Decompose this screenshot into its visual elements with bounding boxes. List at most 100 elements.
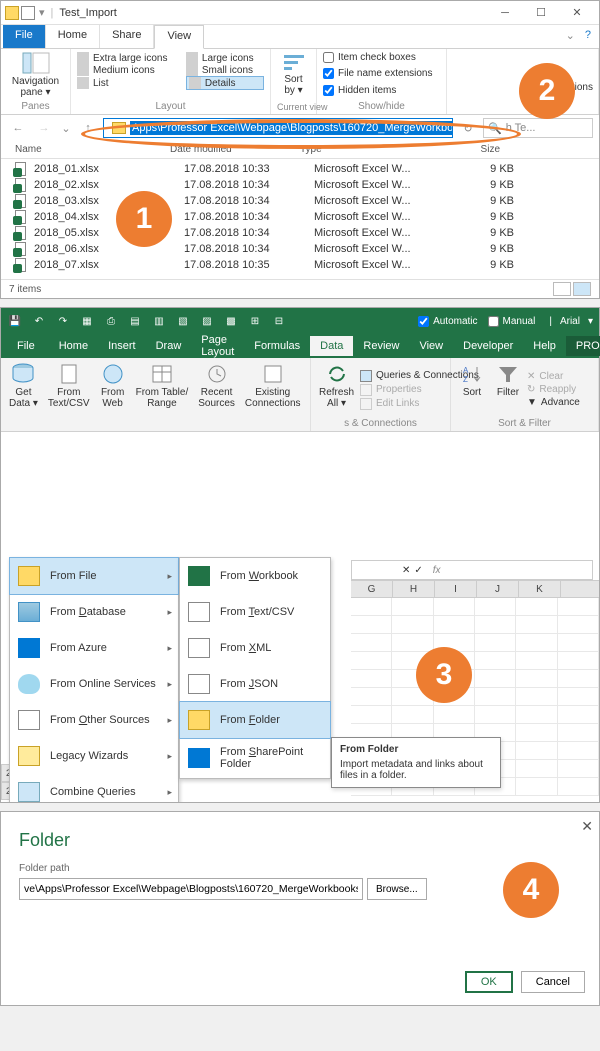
ok-button[interactable]: OK — [465, 971, 513, 993]
tab-file[interactable]: File — [3, 336, 49, 356]
layout-medium[interactable]: Medium icons — [77, 64, 178, 76]
menu-from-database[interactable]: From Database▸ — [10, 594, 178, 630]
tab-help[interactable]: Help — [523, 336, 566, 356]
file-row[interactable]: 2018_07.xlsx17.08.2018 10:35Microsoft Ex… — [1, 257, 599, 273]
folder-icon — [112, 122, 126, 134]
layout-details[interactable]: Details — [186, 76, 264, 90]
layout-xlarge[interactable]: Extra large icons — [77, 52, 178, 64]
qat-icon[interactable]: ▧ — [175, 313, 191, 329]
refresh-all-button[interactable]: Refresh All ▾ — [315, 361, 358, 418]
up-button[interactable]: ↑ — [77, 117, 99, 139]
search-input[interactable]: 🔍h Te... — [483, 118, 593, 138]
menu-from-azure[interactable]: From Azure▸ — [10, 630, 178, 666]
qat-icon[interactable]: ▩ — [223, 313, 239, 329]
recent-sources-button[interactable]: Recent Sources — [194, 361, 239, 429]
qat-icon[interactable]: ▥ — [151, 313, 167, 329]
qat-icon[interactable]: ▦ — [79, 313, 95, 329]
quick-access-toolbar: 💾 ↶ ↷ ▦ ⎙ ▤ ▥ ▧ ▨ ▩ ⊞ ⊟ Automatic Manual… — [1, 308, 599, 334]
chk-item-boxes[interactable]: Item check boxes — [323, 52, 440, 63]
file-row[interactable]: 2018_03.xlsx17.08.2018 10:34Microsoft Ex… — [1, 193, 599, 209]
from-web-button[interactable]: From Web — [96, 361, 130, 429]
minimize-button[interactable]: ─ — [487, 2, 523, 24]
formula-bar[interactable]: ✕✓fx — [351, 560, 593, 580]
from-csv-button[interactable]: From Text/CSV — [44, 361, 94, 429]
menu-from-file[interactable]: From File▸ — [9, 557, 179, 595]
tab-home[interactable]: Home — [49, 336, 98, 356]
refresh-button[interactable]: ↻ — [457, 117, 479, 139]
submenu-xml[interactable]: From XML — [180, 630, 330, 666]
close-button[interactable]: ✕ — [581, 818, 593, 835]
tab-share[interactable]: Share — [100, 25, 154, 48]
navigation-pane-button[interactable]: Navigation pane ▾ — [7, 52, 64, 98]
from-table-button[interactable]: From Table/ Range — [132, 361, 193, 429]
file-row[interactable]: 2018_05.xlsx17.08.2018 10:34Microsoft Ex… — [1, 225, 599, 241]
tab-view[interactable]: View — [409, 336, 453, 356]
file-row[interactable]: 2018_02.xlsx17.08.2018 10:34Microsoft Ex… — [1, 177, 599, 193]
layout-large[interactable]: Large icons — [186, 52, 264, 64]
file-row[interactable]: 2018_04.xlsx17.08.2018 10:34Microsoft Ex… — [1, 209, 599, 225]
folder-path-input[interactable] — [19, 878, 363, 900]
save-icon[interactable]: 💾 — [7, 313, 23, 329]
qat-icon[interactable]: ▨ — [199, 313, 215, 329]
menu-combine[interactable]: Combine Queries▸ — [10, 774, 178, 802]
menu-from-other[interactable]: From Other Sources▸ — [10, 702, 178, 738]
sort-by-button[interactable]: Sortby ▾ — [277, 52, 310, 96]
view-toggles[interactable] — [553, 282, 591, 296]
file-list: 2018_01.xlsx17.08.2018 10:33Microsoft Ex… — [1, 159, 599, 279]
redo-icon[interactable]: ↷ — [55, 313, 71, 329]
tab-view[interactable]: View — [154, 25, 204, 49]
explorer-window: ▾ | Test_Import ─ ☐ ✕ File Home Share Vi… — [0, 0, 600, 299]
tab-formulas[interactable]: Formulas — [244, 336, 310, 356]
col-name[interactable]: Name — [15, 144, 170, 155]
advanced-button[interactable]: ▼Advance — [527, 396, 580, 409]
submenu-text-csv[interactable]: From Text/CSV — [180, 594, 330, 630]
reapply-button[interactable]: ↻Reapply — [527, 383, 580, 396]
existing-conn-button[interactable]: Existing Connections — [241, 361, 305, 429]
column-headers: GHIJK — [351, 580, 599, 598]
submenu-json[interactable]: From JSON — [180, 666, 330, 702]
sort-button[interactable]: AZSort — [455, 361, 489, 418]
file-row[interactable]: 2018_06.xlsx17.08.2018 10:34Microsoft Ex… — [1, 241, 599, 257]
address-input[interactable]: Apps\Professor Excel\Webpage\Blogposts\1… — [103, 118, 453, 138]
submenu-sharepoint[interactable]: From SharePoint Folder — [180, 738, 330, 778]
layout-small[interactable]: Small icons — [186, 64, 264, 76]
col-modified[interactable]: Date modified — [170, 144, 300, 155]
tab-data[interactable]: Data — [310, 336, 353, 356]
menu-from-online[interactable]: From Online Services▸ — [10, 666, 178, 702]
browse-button[interactable]: Browse... — [367, 878, 427, 900]
tab-pro[interactable]: PRO — [566, 336, 600, 356]
recent-button[interactable]: ⌄ — [59, 117, 73, 139]
qat-icon[interactable]: ⊞ — [247, 313, 263, 329]
tab-developer[interactable]: Developer — [453, 336, 523, 356]
clear-button[interactable]: ✕Clear — [527, 370, 580, 383]
get-data-button[interactable]: Get Data ▾ — [5, 361, 42, 429]
tab-review[interactable]: Review — [353, 336, 409, 356]
maximize-button[interactable]: ☐ — [523, 2, 559, 24]
col-size[interactable]: Size — [440, 144, 500, 155]
submenu-folder[interactable]: From Folder — [179, 701, 331, 739]
file-row[interactable]: 2018_01.xlsx17.08.2018 10:33Microsoft Ex… — [1, 161, 599, 177]
tab-draw[interactable]: Draw — [146, 336, 192, 356]
chk-hidden[interactable]: Hidden items — [323, 85, 440, 96]
chk-manual[interactable] — [488, 316, 499, 327]
chk-automatic[interactable] — [418, 316, 429, 327]
tab-insert[interactable]: Insert — [98, 336, 146, 356]
menu-legacy[interactable]: Legacy Wizards▸ — [10, 738, 178, 774]
excel-window: 💾 ↶ ↷ ▦ ⎙ ▤ ▥ ▧ ▨ ▩ ⊞ ⊟ Automatic Manual… — [0, 307, 600, 803]
back-button[interactable]: ← — [7, 117, 29, 139]
close-button[interactable]: ✕ — [559, 2, 595, 24]
tab-file[interactable]: File — [3, 25, 46, 48]
filter-button[interactable]: Filter — [491, 361, 525, 418]
forward-button[interactable]: → — [33, 117, 55, 139]
tab-home[interactable]: Home — [46, 25, 100, 48]
submenu-workbook[interactable]: From Workbook — [180, 558, 330, 594]
qat-icon[interactable]: ▤ — [127, 313, 143, 329]
qat-icon[interactable]: ⎙ — [103, 313, 119, 329]
undo-icon[interactable]: ↶ — [31, 313, 47, 329]
layout-list[interactable]: List — [77, 76, 178, 90]
qat-icon[interactable]: ⊟ — [271, 313, 287, 329]
help-button[interactable]: ⌄? — [558, 25, 599, 48]
col-type[interactable]: Type — [300, 144, 440, 155]
cancel-button[interactable]: Cancel — [521, 971, 585, 993]
chk-extensions[interactable]: File name extensions — [323, 68, 440, 79]
